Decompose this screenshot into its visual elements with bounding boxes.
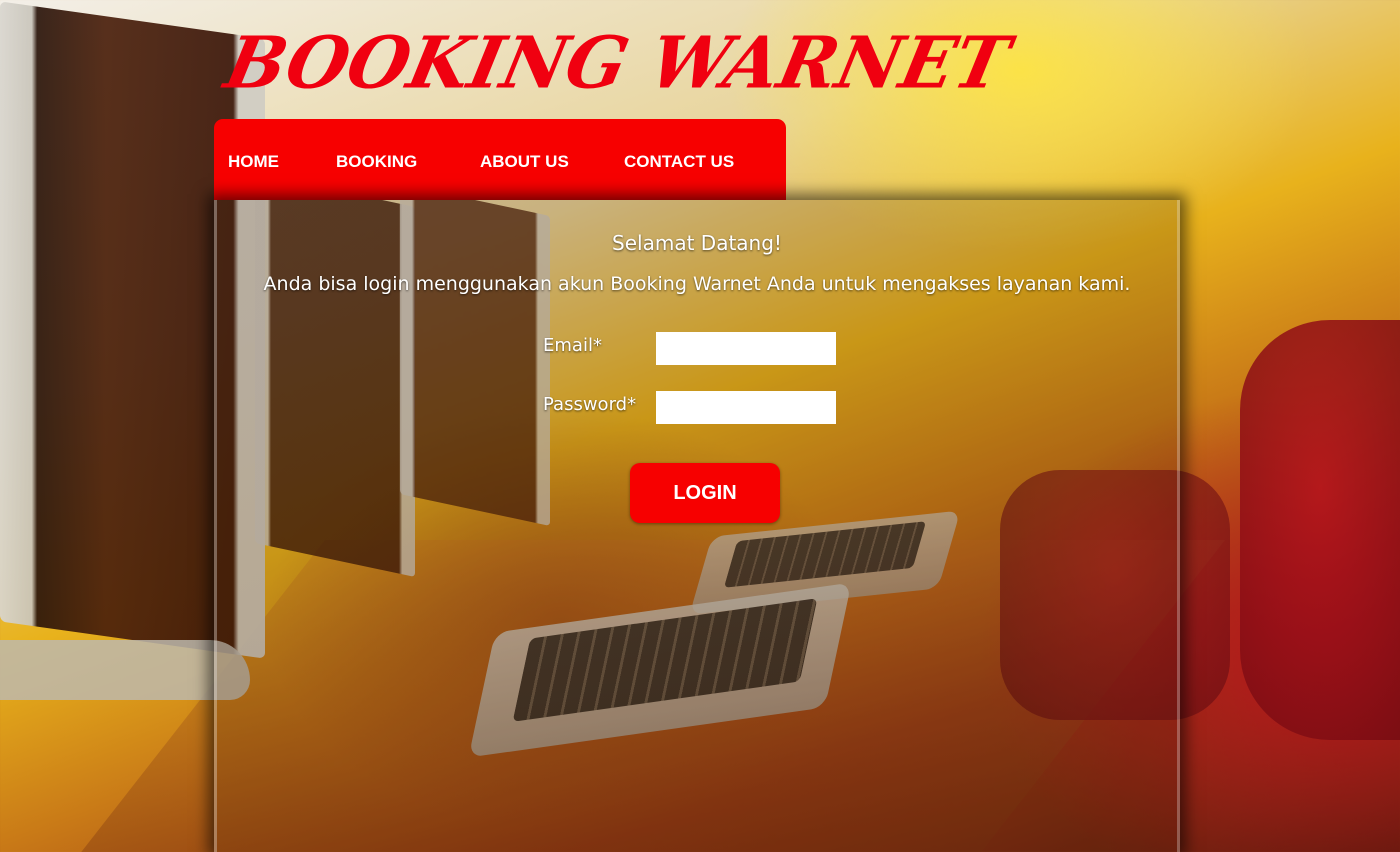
- email-label: Email*: [543, 335, 602, 356]
- password-field[interactable]: [656, 391, 836, 424]
- main-navbar: HOME BOOKING ABOUT US CONTACT US: [214, 119, 786, 200]
- background-chair: [1240, 320, 1400, 740]
- login-panel: Selamat Datang! Anda bisa login mengguna…: [214, 200, 1180, 852]
- nav-link-contact-us[interactable]: CONTACT US: [624, 152, 734, 172]
- login-instructions: Anda bisa login menggunakan akun Booking…: [263, 273, 1131, 295]
- nav-link-home[interactable]: HOME: [228, 152, 279, 172]
- welcome-heading: Selamat Datang!: [612, 231, 782, 255]
- nav-link-booking[interactable]: BOOKING: [336, 152, 417, 172]
- background-monitor-stand: [0, 640, 250, 700]
- site-title: BOOKING WARNET: [218, 20, 1017, 105]
- nav-link-about-us[interactable]: ABOUT US: [480, 152, 569, 172]
- password-label: Password*: [543, 394, 637, 415]
- email-field[interactable]: [656, 332, 836, 365]
- login-button[interactable]: LOGIN: [630, 463, 780, 523]
